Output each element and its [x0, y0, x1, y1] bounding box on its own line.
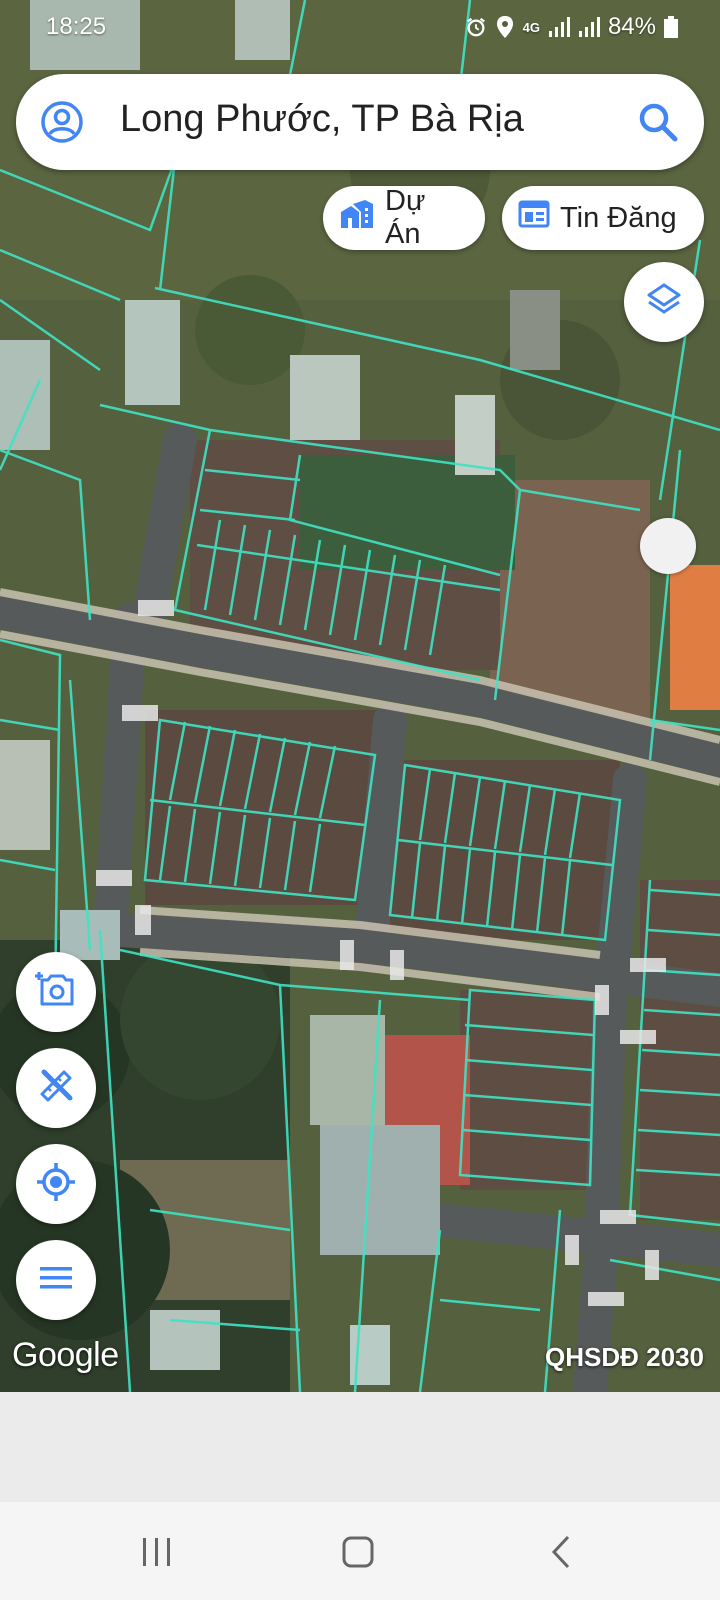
- building-icon: [339, 198, 375, 238]
- battery-percent: 84%: [607, 13, 656, 40]
- status-time: 18:25: [46, 13, 107, 40]
- ruler-pencil-icon: [36, 1066, 76, 1111]
- account-circle-icon[interactable]: [40, 100, 84, 144]
- listings-chip-label: Tin Đăng: [560, 201, 677, 234]
- network-type: 4G: [522, 19, 540, 35]
- projects-chip-label: Dự Án: [385, 185, 426, 250]
- layers-icon: [645, 281, 683, 324]
- status-icons: 4G 84%: [465, 13, 678, 41]
- drag-handle[interactable]: [640, 518, 696, 574]
- battery-icon: [664, 16, 678, 38]
- menu-icon: [38, 1264, 74, 1297]
- add-photo-icon: [34, 970, 78, 1015]
- menu-button[interactable]: [16, 1240, 96, 1320]
- listing-icon: [518, 199, 550, 237]
- home-icon[interactable]: [333, 1530, 383, 1574]
- location-pin-icon: [495, 15, 515, 39]
- signal-2-icon: [578, 16, 600, 38]
- recents-icon[interactable]: [132, 1530, 182, 1574]
- status-bar: 18:25 4G 84%: [0, 0, 720, 56]
- my-location-button[interactable]: [16, 1144, 96, 1224]
- listings-chip[interactable]: Tin Đăng: [502, 186, 704, 250]
- search-icon[interactable]: [636, 100, 680, 144]
- search-bar[interactable]: Long Phước, TP Bà Rịa: [16, 74, 704, 170]
- google-attribution: Google: [12, 1336, 119, 1374]
- alarm-icon: [465, 16, 487, 38]
- system-nav-bar: [0, 1502, 720, 1600]
- search-query[interactable]: Long Phước, TP Bà Rịa: [120, 98, 524, 141]
- my-location-icon: [35, 1161, 77, 1208]
- layers-button[interactable]: [624, 262, 704, 342]
- signal-1-icon: [548, 16, 570, 38]
- add-photo-button[interactable]: [16, 952, 96, 1032]
- layer-label: QHSDĐ 2030: [545, 1342, 704, 1372]
- measure-button[interactable]: [16, 1048, 96, 1128]
- back-icon[interactable]: [536, 1530, 586, 1574]
- bottom-sheet[interactable]: [0, 1392, 720, 1502]
- projects-chip[interactable]: Dự Án: [323, 185, 485, 250]
